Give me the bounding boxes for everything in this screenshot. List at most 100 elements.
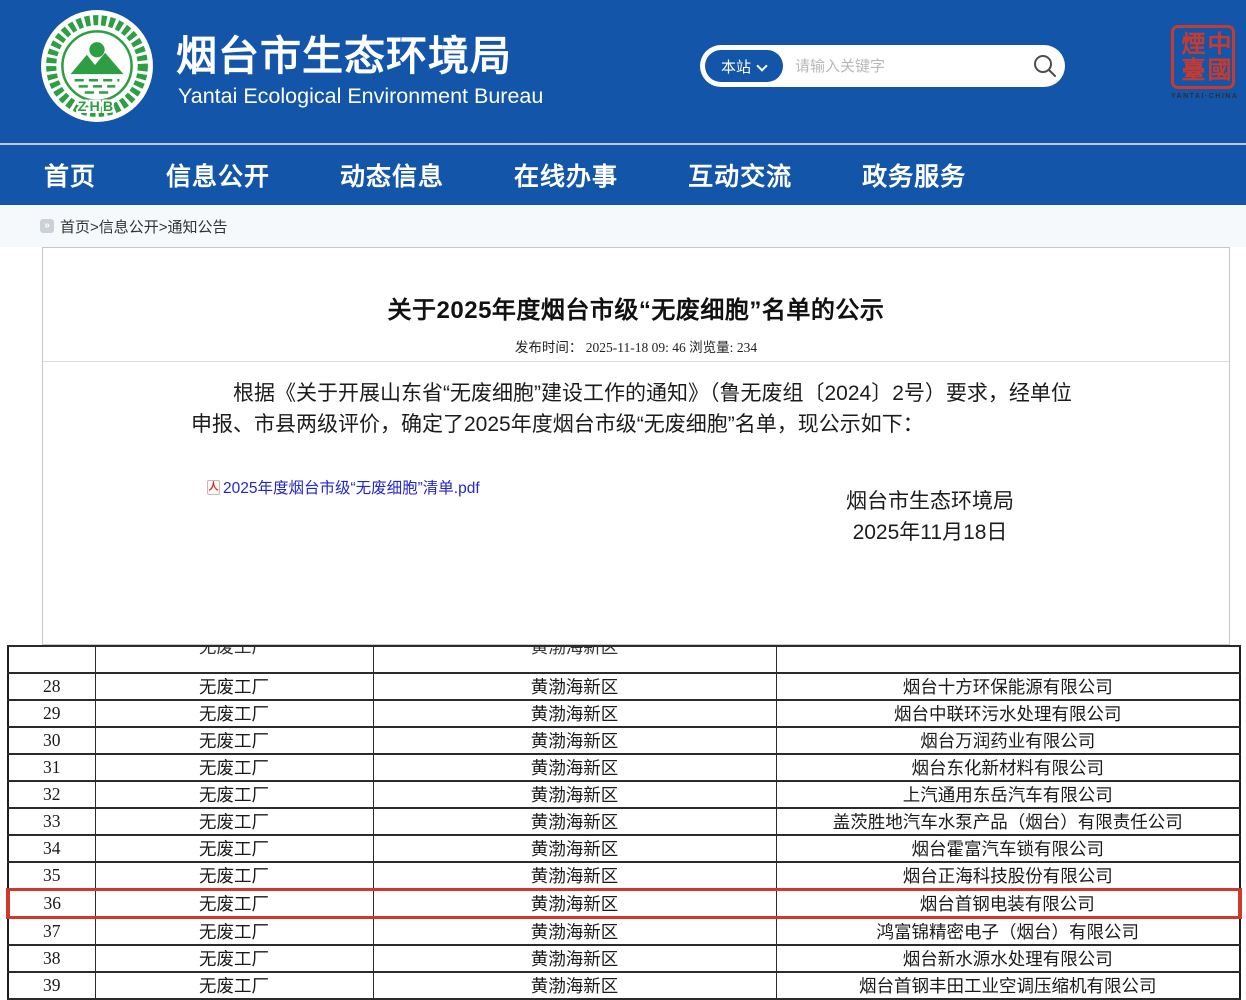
table-row-35: 35无废工厂黄渤海新区烟台正海科技股份有限公司 (8, 862, 1240, 890)
breadcrumb[interactable]: 首页>信息公开>通知公告 (60, 216, 228, 237)
signature-block: 烟台市生态环境局 2025年11月18日 (846, 486, 1014, 548)
cell-no: 35 (8, 862, 95, 890)
page-title: 关于2025年度烟台市级“无废细胞”名单的公示 (43, 290, 1229, 325)
cell-company: 烟台首钢丰田工业空调压缩机有限公司 (776, 972, 1240, 999)
site-header: ZHB 烟台市生态环境局 Yantai Ecological Environme… (0, 0, 1246, 144)
cell-company: 鸿富锦精密电子（烟台）有限公司 (776, 918, 1240, 946)
publish-time-label: 发布时间： (515, 340, 583, 355)
cell-no: 29 (8, 700, 95, 727)
cell-district: 黄渤海新区 (373, 646, 776, 673)
table-row-32: 32无废工厂黄渤海新区上汽通用东岳汽车有限公司 (8, 781, 1240, 808)
cell-no: 39 (8, 972, 95, 999)
cell-category: 无废工厂 (95, 754, 373, 781)
table-row-29: 29无废工厂黄渤海新区烟台中联环污水处理有限公司 (8, 700, 1240, 727)
cell-company: 烟台万润药业有限公司 (776, 727, 1240, 754)
cell-company: 烟台首钢电装有限公司 (776, 890, 1240, 918)
article-paragraph: 根据《关于开展山东省“无废细胞”建设工作的通知》（鲁无废组〔2024〕2号）要求… (191, 378, 1075, 440)
cell-district: 黄渤海新区 (373, 972, 776, 999)
seal-caption: YANTAI·CHINA (1171, 93, 1235, 100)
site-title-zh: 烟台市生态环境局 (176, 22, 776, 82)
cell-no: 28 (8, 673, 95, 700)
cell-category: 无废工厂 (95, 808, 373, 835)
site-search: 本站 (700, 45, 1065, 87)
attachment-pdf-link[interactable]: 2025年度烟台市级“无废细胞”清单.pdf (223, 476, 480, 498)
cell-company: 烟台中联环污水处理有限公司 (776, 700, 1240, 727)
cell-district: 黄渤海新区 (373, 835, 776, 862)
cell-district: 黄渤海新区 (373, 945, 776, 972)
search-button[interactable] (1025, 46, 1065, 86)
cell-no: 32 (8, 781, 95, 808)
cell-no: 34 (8, 835, 95, 862)
no-waste-cell-table: 无废工厂黄渤海新区28无废工厂黄渤海新区烟台十方环保能源有限公司29无废工厂黄渤… (6, 645, 1242, 1000)
cell-district: 黄渤海新区 (373, 754, 776, 781)
yantai-china-seal: 中國 煙臺 YANTAI·CHINA (1171, 25, 1235, 109)
cell-company: 盖茨胜地汽车水泵产品（烟台）有限责任公司 (776, 808, 1240, 835)
cell-district: 黄渤海新区 (373, 890, 776, 918)
cell-no: 37 (8, 918, 95, 946)
cell-category: 无废工厂 (95, 862, 373, 890)
search-input[interactable] (795, 51, 1025, 81)
signature-org: 烟台市生态环境局 (846, 486, 1014, 517)
cell-category: 无废工厂 (95, 918, 373, 946)
nav-item-3[interactable]: 在线办事 (514, 157, 618, 193)
nav-item-4[interactable]: 互动交流 (688, 157, 792, 193)
bureau-emblem-icon: ZHB (40, 9, 154, 123)
nav-item-5[interactable]: 政务服务 (862, 157, 966, 193)
cell-company: 烟台正海科技股份有限公司 (776, 862, 1240, 890)
cell-category: 无废工厂 (95, 945, 373, 972)
cell-category: 无废工厂 (95, 890, 373, 918)
cell-category: 无废工厂 (95, 835, 373, 862)
table-row-37: 37无废工厂黄渤海新区鸿富锦精密电子（烟台）有限公司 (8, 918, 1240, 946)
search-icon (1032, 53, 1058, 79)
cell-category: 无废工厂 (95, 781, 373, 808)
cell-no (8, 646, 95, 673)
table-row-39: 39无废工厂黄渤海新区烟台首钢丰田工业空调压缩机有限公司 (8, 972, 1240, 999)
table-row-28: 28无废工厂黄渤海新区烟台十方环保能源有限公司 (8, 673, 1240, 700)
nav-item-2[interactable]: 动态信息 (340, 157, 444, 193)
cell-company: 烟台东化新材料有限公司 (776, 754, 1240, 781)
breadcrumb-bar: » 首页>信息公开>通知公告 (0, 205, 1246, 247)
breadcrumb-marker-icon: » (40, 219, 54, 233)
table-row-partial: 无废工厂黄渤海新区 (8, 646, 1240, 673)
main-navbar: 首页 信息公开 动态信息 在线办事 互动交流 政务服务 (0, 145, 1246, 205)
cell-no: 33 (8, 808, 95, 835)
cell-category: 无废工厂 (95, 700, 373, 727)
seal-left-chars: 煙臺 (1178, 31, 1202, 83)
views-label: 浏览量: (689, 340, 733, 355)
cell-district: 黄渤海新区 (373, 727, 776, 754)
seal-stamp-icon: 中國 煙臺 (1171, 25, 1235, 89)
cell-no: 38 (8, 945, 95, 972)
nav-item-0[interactable]: 首页 (44, 157, 96, 193)
cell-category: 无废工厂 (95, 646, 373, 673)
cell-company: 烟台新水源水处理有限公司 (776, 945, 1240, 972)
table-row-30: 30无废工厂黄渤海新区烟台万润药业有限公司 (8, 727, 1240, 754)
search-scope-dropdown[interactable]: 本站 (705, 50, 783, 82)
table-row-33: 33无废工厂黄渤海新区盖茨胜地汽车水泵产品（烟台）有限责任公司 (8, 808, 1240, 835)
table-row-36: 36无废工厂黄渤海新区烟台首钢电装有限公司 (8, 890, 1240, 918)
cell-no: 36 (8, 890, 95, 918)
logo-abbr: ZHB (78, 99, 116, 115)
site-title-en: Yantai Ecological Environment Bureau (178, 84, 778, 109)
signature-date: 2025年11月18日 (846, 517, 1014, 548)
cell-category: 无废工厂 (95, 972, 373, 999)
cell-district: 黄渤海新区 (373, 918, 776, 946)
seal-right-chars: 中國 (1204, 31, 1228, 83)
cell-no: 31 (8, 754, 95, 781)
search-scope-label: 本站 (721, 56, 751, 77)
publish-time-value: 2025-11-18 09: 46 (586, 340, 686, 355)
table-row-31: 31无废工厂黄渤海新区烟台东化新材料有限公司 (8, 754, 1240, 781)
cell-district: 黄渤海新区 (373, 700, 776, 727)
cell-list-table-wrap: 无废工厂黄渤海新区28无废工厂黄渤海新区烟台十方环保能源有限公司29无废工厂黄渤… (6, 645, 1242, 1000)
views-value: 234 (737, 340, 757, 355)
nav-item-1[interactable]: 信息公开 (166, 157, 270, 193)
cell-company (776, 646, 1240, 673)
attachment-row: 人 2025年度烟台市级“无废细胞”清单.pdf (207, 476, 480, 498)
cell-company: 烟台霍富汽车锁有限公司 (776, 835, 1240, 862)
article-container: 关于2025年度烟台市级“无废细胞”名单的公示 发布时间： 2025-11-18… (42, 247, 1230, 645)
title-divider (43, 361, 1229, 362)
cell-district: 黄渤海新区 (373, 808, 776, 835)
cell-district: 黄渤海新区 (373, 781, 776, 808)
notice-table-body: 无废工厂黄渤海新区28无废工厂黄渤海新区烟台十方环保能源有限公司29无废工厂黄渤… (8, 646, 1240, 999)
cell-district: 黄渤海新区 (373, 862, 776, 890)
cell-district: 黄渤海新区 (373, 673, 776, 700)
